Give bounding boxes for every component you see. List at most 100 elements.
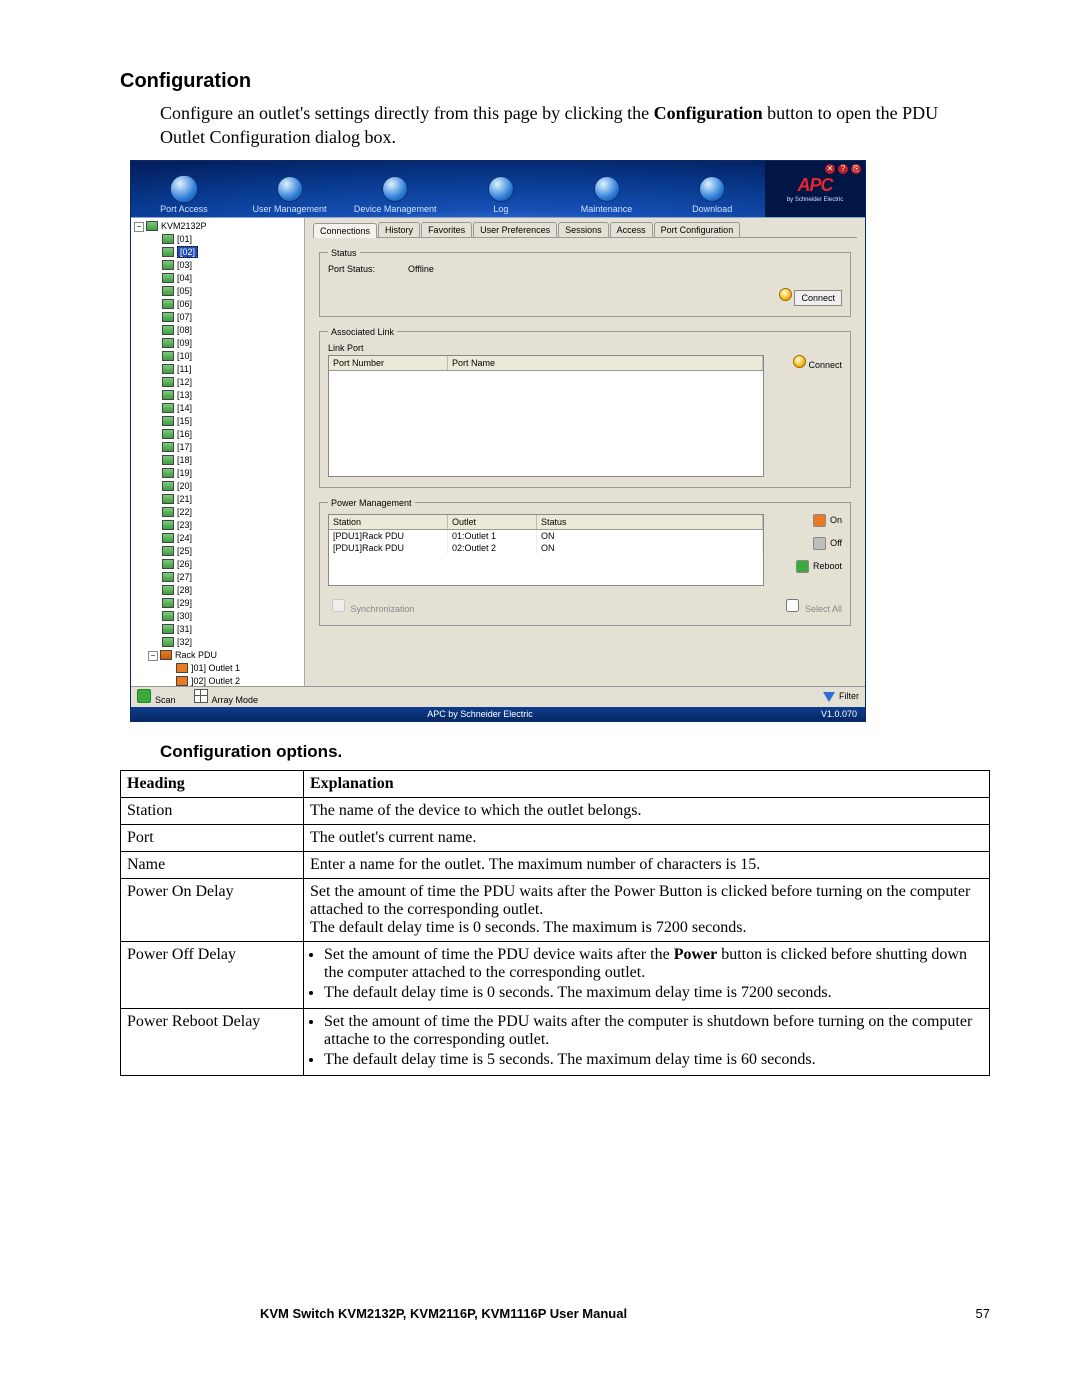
off-button[interactable]: Off bbox=[813, 537, 842, 550]
nav-maintenance[interactable]: Maintenance bbox=[554, 161, 660, 217]
selectall-checkbox[interactable]: Select All bbox=[782, 596, 842, 615]
table-row[interactable]: [PDU1]Rack PDU02:Outlet 2ON bbox=[329, 542, 763, 554]
tree-port[interactable]: [01] bbox=[134, 233, 304, 246]
nav-user-management[interactable]: User Management bbox=[237, 161, 343, 217]
tree-port[interactable]: [26] bbox=[134, 558, 304, 571]
tree-port[interactable]: [11] bbox=[134, 363, 304, 376]
scan-button[interactable]: Scan bbox=[137, 689, 176, 705]
device-tree[interactable]: −KVM2132P [01][02][03][04][05][06][07][0… bbox=[131, 218, 305, 686]
tree-port[interactable]: [03] bbox=[134, 259, 304, 272]
tree-root[interactable]: −KVM2132P bbox=[134, 220, 304, 233]
tab-port-configuration[interactable]: Port Configuration bbox=[654, 222, 741, 237]
tree-port[interactable]: [23] bbox=[134, 519, 304, 532]
nav-download[interactable]: Download bbox=[659, 161, 765, 217]
tab-sessions[interactable]: Sessions bbox=[558, 222, 609, 237]
port-icon bbox=[162, 520, 174, 530]
tree-label: [25] bbox=[177, 546, 192, 556]
tree-label: [23] bbox=[177, 520, 192, 530]
tree-port[interactable]: [02] bbox=[134, 246, 304, 259]
tree-port[interactable]: [31] bbox=[134, 623, 304, 636]
associated-link-fieldset: Associated Link Link Port Port Number Po… bbox=[319, 327, 851, 488]
connect-button[interactable]: Connect bbox=[794, 290, 842, 306]
tree-outlet[interactable]: ]02] Outlet 2 bbox=[134, 675, 304, 686]
port-icon bbox=[162, 286, 174, 296]
power-grid[interactable]: Station Outlet Status [PDU1]Rack PDU01:O… bbox=[328, 514, 764, 586]
tree-port[interactable]: [28] bbox=[134, 584, 304, 597]
tree-pdu[interactable]: − Rack PDU bbox=[134, 649, 304, 662]
tree-label: [19] bbox=[177, 468, 192, 478]
nav-device-management[interactable]: Device Management bbox=[342, 161, 448, 217]
table-row[interactable]: [PDU1]Rack PDU01:Outlet 1ON bbox=[329, 530, 763, 542]
status-legend: Status bbox=[328, 248, 360, 258]
opts-heading-cell: Port bbox=[121, 824, 304, 851]
tree-label: [17] bbox=[177, 442, 192, 452]
tree-port[interactable]: [20] bbox=[134, 480, 304, 493]
tree-label: [32] bbox=[177, 637, 192, 647]
tab-access[interactable]: Access bbox=[610, 222, 653, 237]
tree-label: [15] bbox=[177, 416, 192, 426]
port-icon bbox=[162, 546, 174, 556]
tree-label: [10] bbox=[177, 351, 192, 361]
tree-label: [16] bbox=[177, 429, 192, 439]
tree-port[interactable]: [09] bbox=[134, 337, 304, 350]
link-connect[interactable]: Connect bbox=[808, 360, 842, 370]
tree-port[interactable]: [29] bbox=[134, 597, 304, 610]
brand-sub: by Schneider Electric bbox=[787, 197, 843, 203]
sync-checkbox[interactable]: Synchronization bbox=[328, 596, 415, 615]
intro-bold: Configuration bbox=[654, 103, 763, 123]
port-icon bbox=[162, 481, 174, 491]
tree-port[interactable]: [16] bbox=[134, 428, 304, 441]
tree-port[interactable]: [10] bbox=[134, 350, 304, 363]
opts-exp-cell: Enter a name for the outlet. The maximum… bbox=[304, 851, 990, 878]
tree-port[interactable]: [18] bbox=[134, 454, 304, 467]
window-controls[interactable]: ✕?⎘ bbox=[825, 164, 861, 174]
tree-port[interactable]: [30] bbox=[134, 610, 304, 623]
tree-port[interactable]: [04] bbox=[134, 272, 304, 285]
tree-port[interactable]: [32] bbox=[134, 636, 304, 649]
bottom-toolbar: Scan Array Mode Filter bbox=[131, 686, 865, 707]
tree-port[interactable]: [15] bbox=[134, 415, 304, 428]
cell-status: ON bbox=[537, 542, 763, 554]
tree-port[interactable]: [14] bbox=[134, 402, 304, 415]
version-label: V1.0.070 bbox=[821, 709, 857, 719]
tree-port[interactable]: [21] bbox=[134, 493, 304, 506]
tree-port[interactable]: [08] bbox=[134, 324, 304, 337]
link-port-grid[interactable]: Port Number Port Name bbox=[328, 355, 764, 477]
on-icon bbox=[813, 514, 826, 527]
outlet-icon bbox=[176, 676, 188, 685]
nav-log[interactable]: Log bbox=[448, 161, 554, 217]
on-button[interactable]: On bbox=[813, 514, 842, 527]
tree-port[interactable]: [07] bbox=[134, 311, 304, 324]
cell-outlet: 01:Outlet 1 bbox=[448, 530, 537, 542]
tree-label: [05] bbox=[177, 286, 192, 296]
tree-port[interactable]: [27] bbox=[134, 571, 304, 584]
tree-port[interactable]: [06] bbox=[134, 298, 304, 311]
collapse-icon[interactable]: − bbox=[148, 651, 158, 661]
intro-paragraph: Configure an outlet's settings directly … bbox=[160, 101, 970, 150]
tree-label: [12] bbox=[177, 377, 192, 387]
tab-favorites[interactable]: Favorites bbox=[421, 222, 472, 237]
tree-port[interactable]: [22] bbox=[134, 506, 304, 519]
tree-label: Rack PDU bbox=[175, 650, 217, 660]
tree-port[interactable]: [05] bbox=[134, 285, 304, 298]
tree-port[interactable]: [13] bbox=[134, 389, 304, 402]
scan-label: Scan bbox=[155, 695, 176, 705]
tree-port[interactable]: [25] bbox=[134, 545, 304, 558]
tab-history[interactable]: History bbox=[378, 222, 420, 237]
collapse-icon[interactable]: − bbox=[134, 222, 144, 232]
tab-user-preferences[interactable]: User Preferences bbox=[473, 222, 557, 237]
check-icon bbox=[137, 689, 151, 703]
tree-port[interactable]: [19] bbox=[134, 467, 304, 480]
tree-port[interactable]: [12] bbox=[134, 376, 304, 389]
nav-port-access[interactable]: Port Access bbox=[131, 161, 237, 217]
filter-button[interactable]: Filter bbox=[823, 691, 859, 702]
download-icon bbox=[699, 176, 725, 202]
array-mode-button[interactable]: Array Mode bbox=[194, 689, 259, 705]
tree-port[interactable]: [17] bbox=[134, 441, 304, 454]
nav-label: Device Management bbox=[342, 204, 448, 214]
reboot-button[interactable]: Reboot bbox=[796, 560, 842, 573]
tab-connections[interactable]: Connections bbox=[313, 223, 377, 238]
cell-status: ON bbox=[537, 530, 763, 542]
tree-port[interactable]: [24] bbox=[134, 532, 304, 545]
tree-outlet[interactable]: ]01] Outlet 1 bbox=[134, 662, 304, 675]
